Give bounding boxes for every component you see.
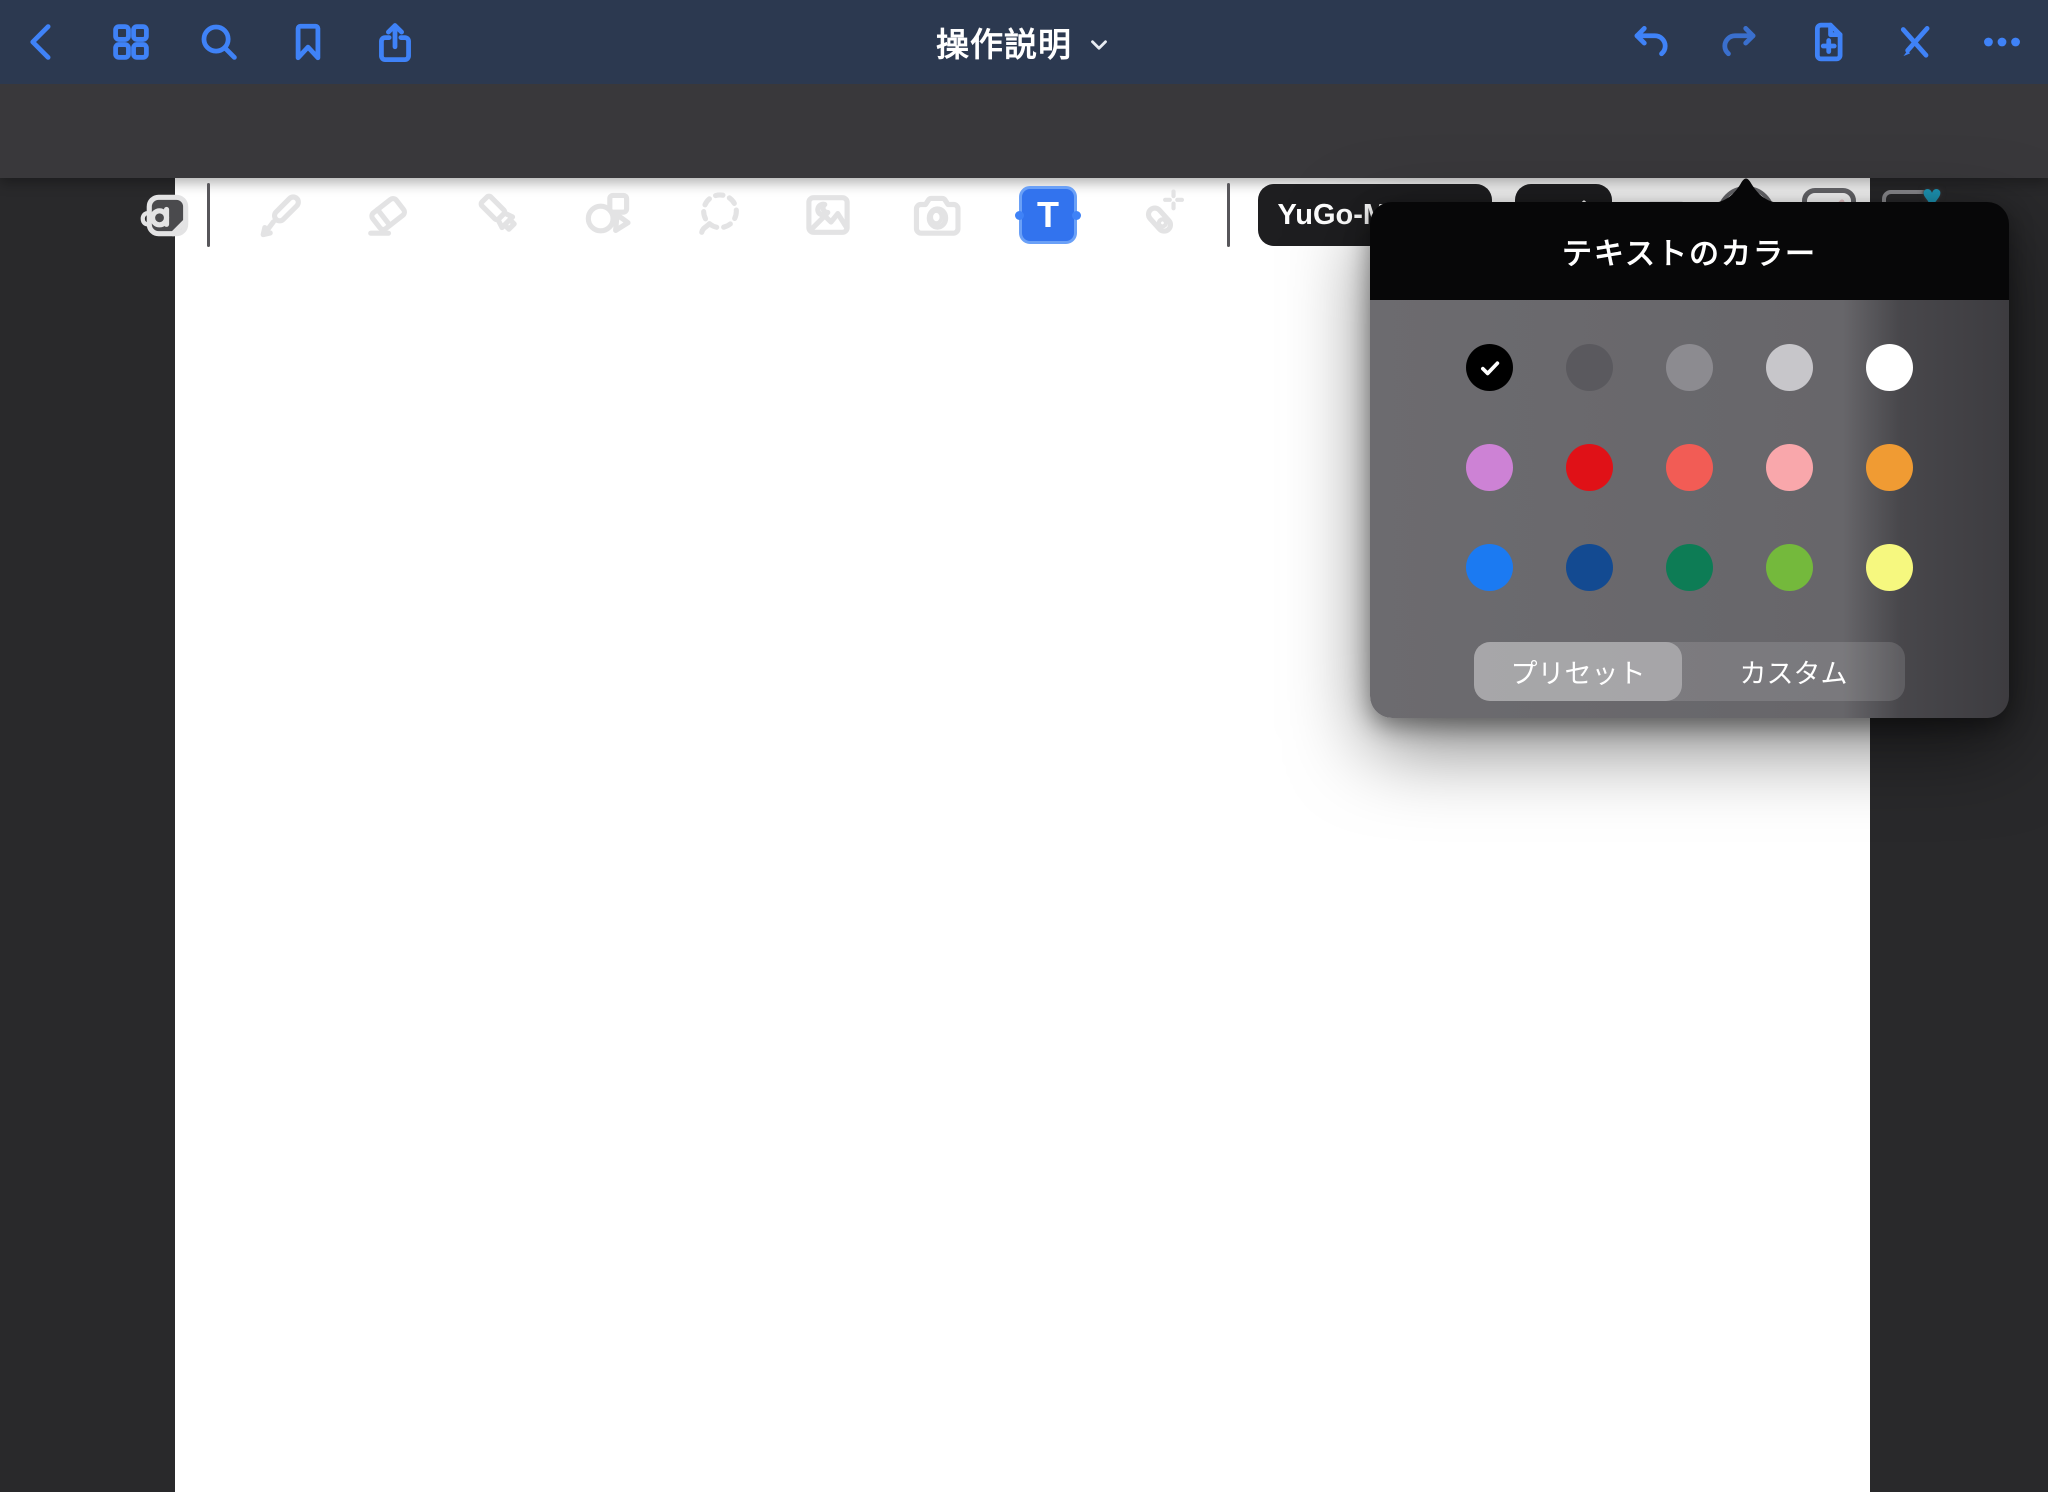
color-swatch-white[interactable]	[1866, 344, 1913, 391]
preset-custom-segmented-control: プリセット カスタム	[1474, 642, 1905, 701]
color-swatch-orange[interactable]	[1866, 444, 1913, 491]
tools-toolbar: T YuGo-Medium 30 T ♥	[0, 84, 2048, 178]
check-icon	[1477, 355, 1503, 381]
tab-preset[interactable]: プリセット	[1474, 642, 1682, 701]
color-swatch-dark-gray[interactable]	[1566, 344, 1613, 391]
swatch-row	[1466, 444, 1913, 491]
more-options-button[interactable]	[1976, 20, 2028, 64]
swatch-row	[1466, 300, 1913, 391]
text-color-popover: テキストのカラー プリセット カスタム	[1370, 202, 2009, 718]
toolbar-divider	[1227, 183, 1230, 247]
popover-body: プリセット カスタム	[1370, 300, 2009, 718]
eraser-tool[interactable]	[360, 187, 416, 243]
highlighter-tool[interactable]	[472, 187, 528, 243]
color-swatch-red[interactable]	[1566, 444, 1613, 491]
bookmark-button[interactable]	[286, 20, 330, 64]
swatch-row	[1466, 544, 1913, 591]
popover-title: テキストのカラー	[1562, 229, 1817, 273]
color-swatch-light-green[interactable]	[1766, 544, 1813, 591]
color-swatch-pink[interactable]	[1766, 444, 1813, 491]
shapes-tool[interactable]	[579, 187, 635, 243]
top-navigation-bar: 操作説明	[0, 0, 2048, 84]
laser-pointer-tool[interactable]	[1132, 187, 1188, 243]
back-button[interactable]	[21, 20, 65, 64]
page-grid-button[interactable]	[109, 20, 153, 64]
page-title: 操作説明	[936, 18, 1072, 66]
color-swatch-navy[interactable]	[1566, 544, 1613, 591]
color-swatch-blue[interactable]	[1466, 544, 1513, 591]
camera-tool[interactable]	[909, 187, 965, 243]
undo-button[interactable]	[1630, 20, 1674, 64]
popover-header: テキストのカラー	[1370, 202, 2009, 300]
text-tool-glyph: T	[1037, 197, 1059, 233]
color-swatch-black-selected[interactable]	[1466, 344, 1513, 391]
page-view-button[interactable]	[139, 187, 195, 243]
tab-custom[interactable]: カスタム	[1682, 642, 1905, 701]
popover-arrow	[1710, 176, 1782, 203]
search-icon[interactable]	[197, 20, 241, 64]
color-swatch-light-gray[interactable]	[1766, 344, 1813, 391]
lasso-tool[interactable]	[692, 187, 748, 243]
chevron-down-icon	[1086, 26, 1112, 58]
document-title-button[interactable]: 操作説明	[936, 0, 1112, 84]
color-swatch-coral[interactable]	[1666, 444, 1713, 491]
color-swatch-green[interactable]	[1666, 544, 1713, 591]
pen-mode-toggle-icon[interactable]	[1893, 20, 1937, 64]
color-swatch-purple[interactable]	[1466, 444, 1513, 491]
selection-handle-right	[1072, 211, 1081, 220]
add-page-button[interactable]	[1806, 20, 1850, 64]
color-swatch-yellow[interactable]	[1866, 544, 1913, 591]
color-swatch-gray[interactable]	[1666, 344, 1713, 391]
text-tool-selected[interactable]: T	[1019, 186, 1077, 244]
share-icon[interactable]	[373, 20, 417, 64]
selection-handle-left	[1015, 211, 1024, 220]
redo-button[interactable]	[1716, 20, 1760, 64]
pen-tool[interactable]	[252, 187, 308, 243]
image-tool[interactable]	[800, 187, 856, 243]
toolbar-divider	[207, 183, 210, 247]
